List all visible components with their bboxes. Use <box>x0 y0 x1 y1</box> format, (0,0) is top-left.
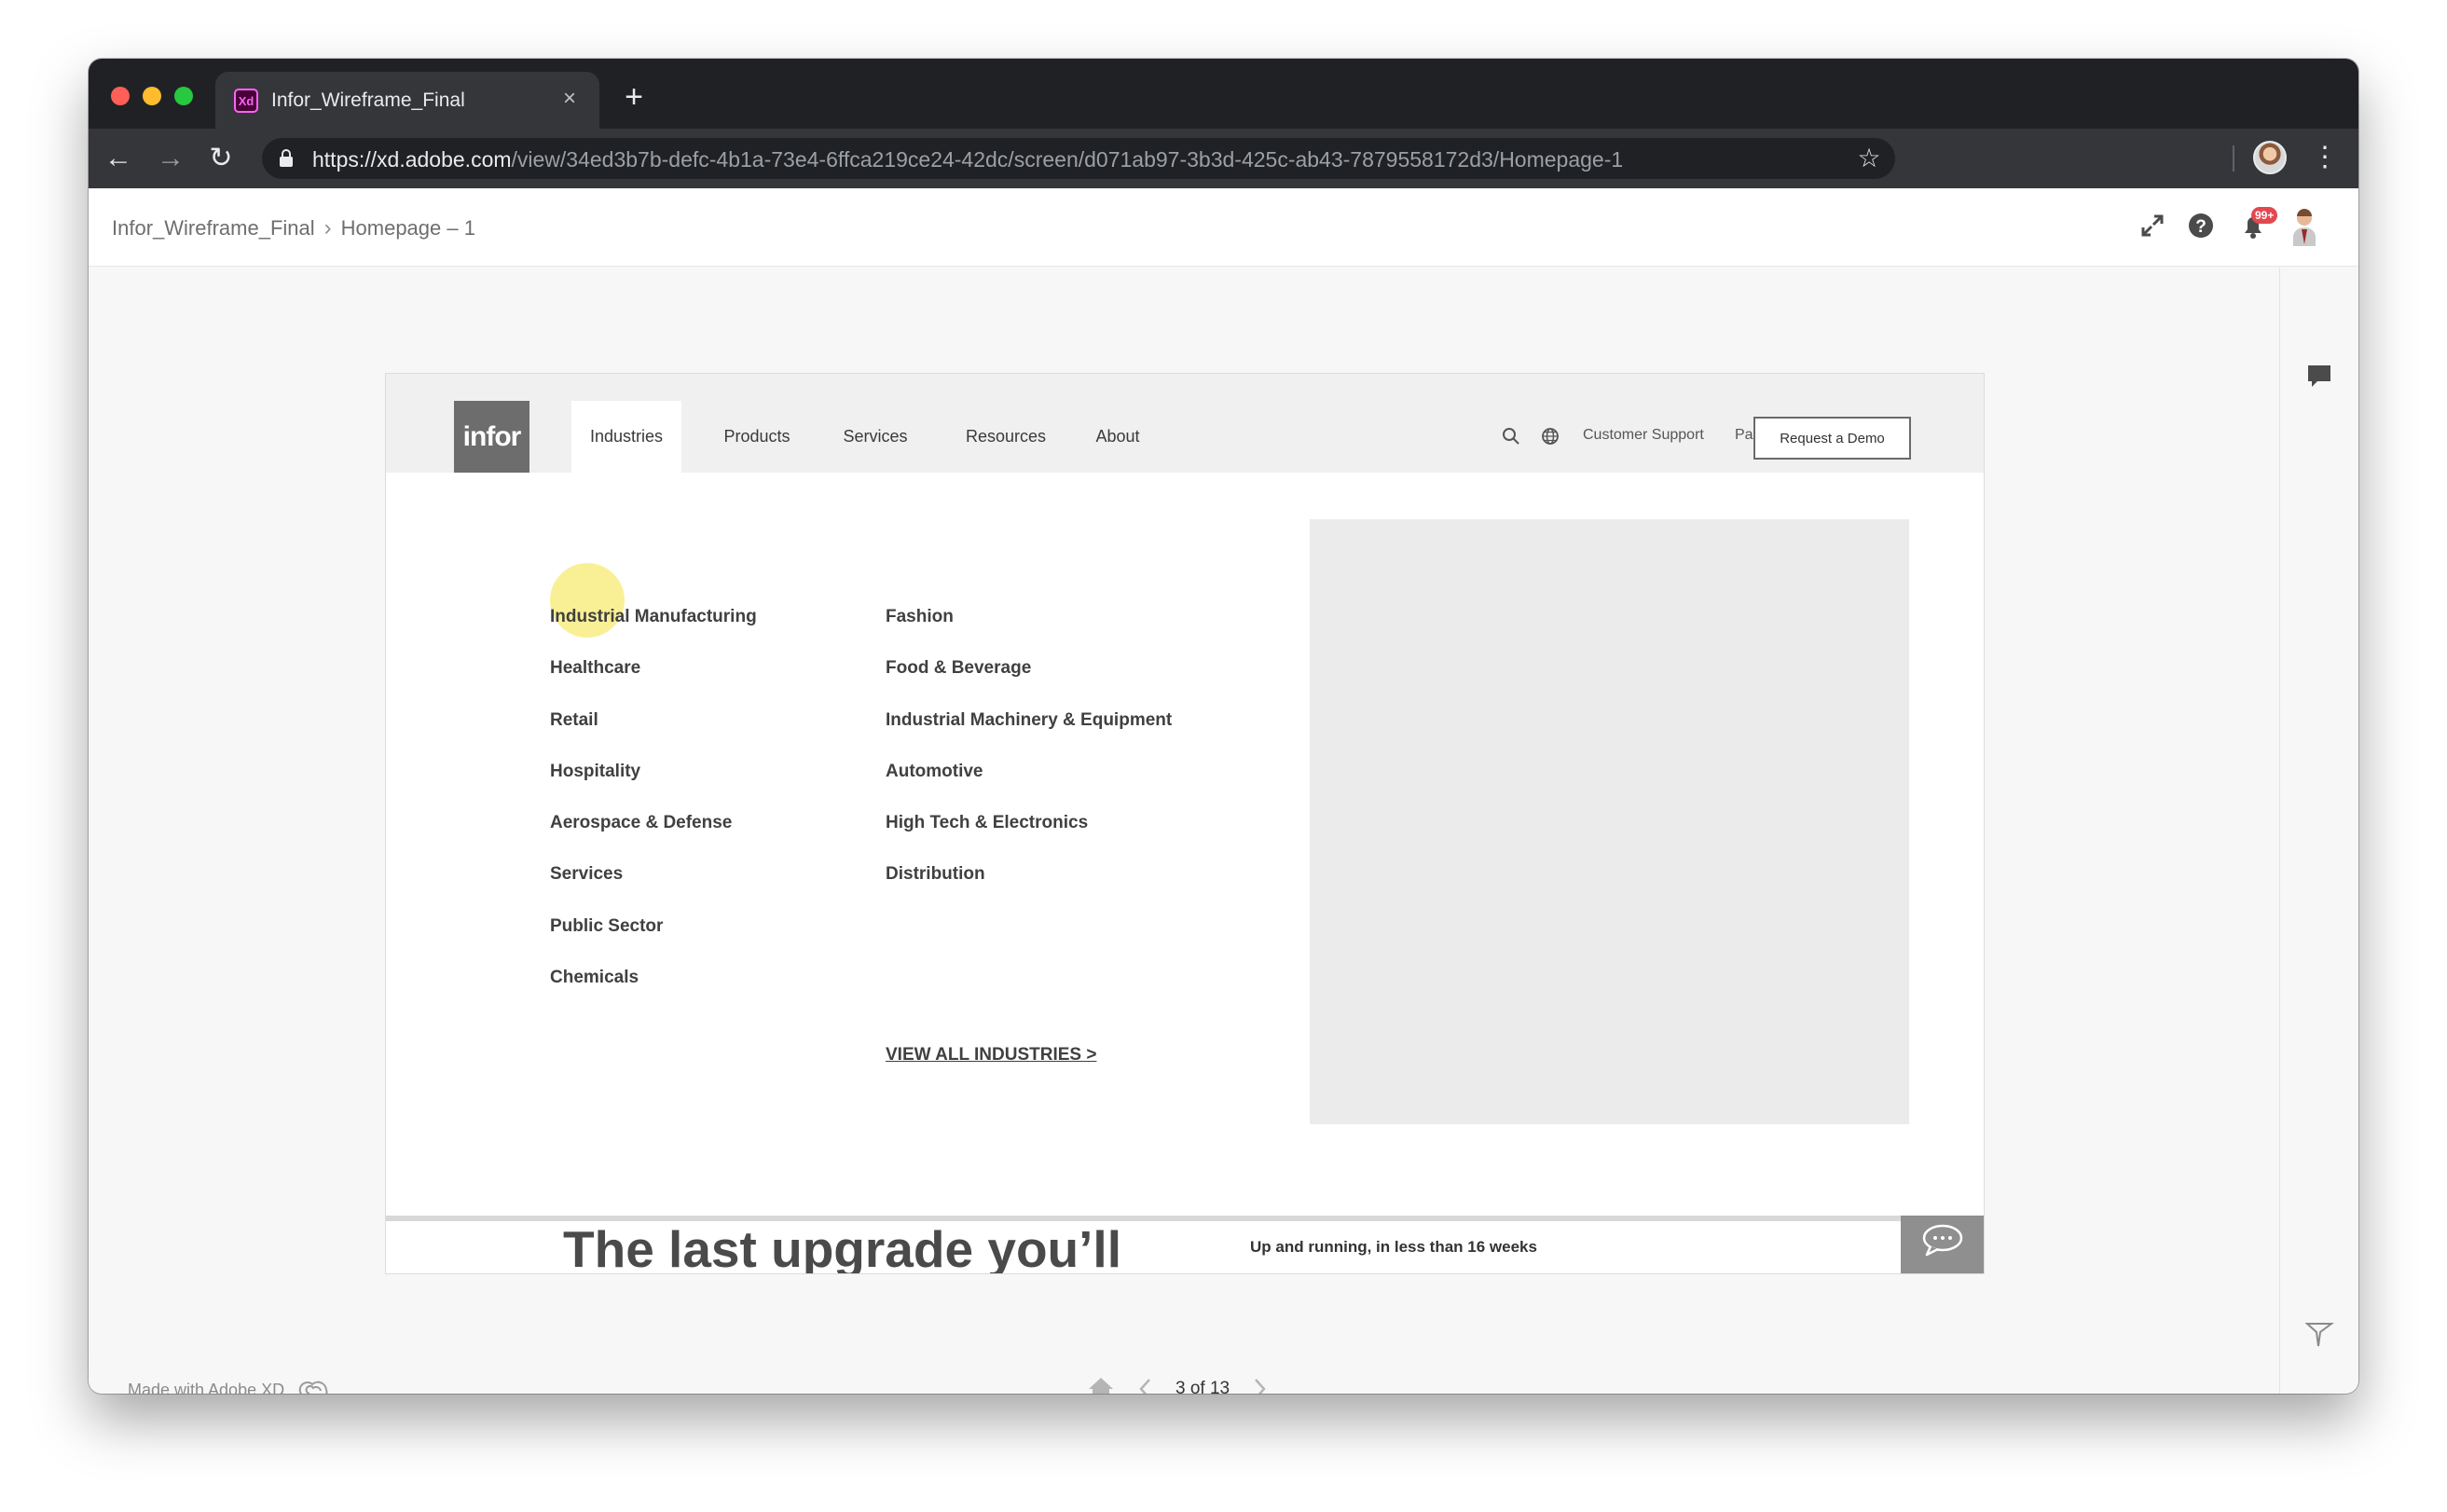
industry-link[interactable]: Retail <box>550 710 757 762</box>
hero-section: The last upgrade you’ll Up and running, … <box>386 1216 1984 1274</box>
browser-tab[interactable]: Xd Infor_Wireframe_Final × <box>215 72 599 129</box>
maximize-window-button[interactable] <box>174 87 193 105</box>
site-nav: infor Industries Products Services Resou… <box>386 374 1984 473</box>
industry-link[interactable]: Industrial Manufacturing <box>550 607 757 658</box>
tab-strip: Xd Infor_Wireframe_Final × + <box>89 59 2358 129</box>
industry-link[interactable]: Aerospace & Defense <box>550 813 757 864</box>
industry-link[interactable]: Industrial Machinery & Equipment <box>886 710 1172 762</box>
breadcrumb-project[interactable]: Infor_Wireframe_Final <box>112 216 315 241</box>
search-icon[interactable] <box>1502 427 1520 446</box>
more-menu-icon[interactable]: ⋮ <box>2311 141 2339 174</box>
tab-close-icon[interactable]: × <box>557 86 583 112</box>
customer-support-link[interactable]: Customer Support <box>1583 427 1704 444</box>
industry-link[interactable]: Hospitality <box>550 762 757 813</box>
industry-link[interactable]: High Tech & Electronics <box>886 813 1172 864</box>
hero-title: The last upgrade you’ll <box>563 1220 1121 1274</box>
svg-text:?: ? <box>2195 217 2206 237</box>
right-rail <box>2279 268 2358 1394</box>
industry-link[interactable]: Public Sector <box>550 916 757 968</box>
xd-favicon-icon: Xd <box>234 89 258 113</box>
address-bar[interactable]: https://xd.adobe.com/view/34ed3b7b-defc-… <box>262 138 1895 179</box>
xd-header: Infor_Wireframe_Final › Homepage – 1 ? 9… <box>89 188 2358 267</box>
chat-button[interactable] <box>1901 1216 1984 1273</box>
new-tab-button[interactable]: + <box>618 81 650 113</box>
tab-title: Infor_Wireframe_Final <box>271 89 465 111</box>
lock-icon <box>280 149 293 167</box>
industry-link[interactable]: Distribution <box>886 864 1172 915</box>
notification-badge: 99+ <box>2251 207 2278 224</box>
profile-avatar[interactable] <box>2253 141 2287 174</box>
page-counter: 3 of 13 <box>1175 1379 1230 1394</box>
request-demo-button[interactable]: Request a Demo <box>1753 417 1911 460</box>
url-text[interactable]: https://xd.adobe.com/view/34ed3b7b-defc-… <box>312 147 1623 172</box>
image-placeholder <box>1310 519 1909 1124</box>
nav-services[interactable]: Services <box>824 401 927 473</box>
industry-link[interactable]: Healthcare <box>550 658 757 709</box>
fullscreen-icon[interactable] <box>2136 209 2169 242</box>
forward-arrow-icon[interactable]: → <box>154 142 187 175</box>
close-window-button[interactable] <box>111 87 130 105</box>
creative-cloud-icon <box>298 1381 328 1394</box>
url-host: https://xd.adobe.com <box>312 147 512 172</box>
help-icon[interactable]: ? <box>2184 209 2218 242</box>
reload-icon[interactable]: ↻ <box>204 142 238 175</box>
globe-icon[interactable] <box>1541 427 1560 446</box>
back-arrow-icon[interactable]: ← <box>102 142 135 175</box>
user-avatar[interactable] <box>2290 207 2318 246</box>
chat-bubble-icon <box>1922 1224 1963 1257</box>
chevron-right-icon[interactable] <box>1250 1376 1269 1394</box>
hero-subtitle: Up and running, in less than 16 weeks <box>1250 1238 1537 1256</box>
industry-link[interactable]: Services <box>550 864 757 915</box>
screen-pager: 3 of 13 <box>1086 1372 1289 1394</box>
chevron-left-icon[interactable] <box>1136 1376 1155 1394</box>
made-with-text: Made with Adobe XD <box>128 1380 285 1395</box>
industries-column-2: Fashion Food & Beverage Industrial Machi… <box>886 607 1172 916</box>
browser-window: Xd Infor_Wireframe_Final × + ← → ↻ https… <box>89 59 2358 1394</box>
nav-resources[interactable]: Resources <box>945 401 1066 473</box>
nav-industries[interactable]: Industries <box>571 401 681 473</box>
chevron-right-icon: › <box>323 215 332 241</box>
infor-logo[interactable]: infor <box>454 401 529 473</box>
industry-link[interactable]: Food & Beverage <box>886 658 1172 709</box>
industry-link[interactable]: Automotive <box>886 762 1172 813</box>
bookmark-star-icon[interactable]: ☆ <box>1856 145 1882 172</box>
toolbar-divider <box>2233 145 2234 172</box>
comment-icon[interactable] <box>2304 361 2334 391</box>
industries-column-1: Industrial Manufacturing Healthcare Reta… <box>550 607 757 1019</box>
browser-toolbar: ← → ↻ https://xd.adobe.com/view/34ed3b7b… <box>89 129 2358 188</box>
industry-link[interactable]: Chemicals <box>550 968 757 1019</box>
breadcrumb-screen: Homepage – 1 <box>340 216 475 240</box>
industry-link[interactable]: Fashion <box>886 607 1172 658</box>
url-path: /view/34ed3b7b-defc-4b1a-73e4-6ffca219ce… <box>511 147 1624 172</box>
nav-about[interactable]: About <box>1076 401 1160 473</box>
hotspot-hint-icon[interactable] <box>2304 1319 2334 1349</box>
made-with-adobe-xd[interactable]: Made with Adobe XD <box>128 1377 331 1394</box>
artboard-homepage: infor Industries Products Services Resou… <box>385 373 1985 1274</box>
view-all-industries-link[interactable]: VIEW ALL INDUSTRIES > <box>886 1045 1096 1065</box>
prototype-stage: infor Industries Products Services Resou… <box>89 268 2279 1394</box>
breadcrumb: Infor_Wireframe_Final › Homepage – 1 <box>112 215 475 241</box>
minimize-window-button[interactable] <box>143 87 161 105</box>
nav-products[interactable]: Products <box>702 401 812 473</box>
home-icon[interactable] <box>1086 1375 1116 1394</box>
